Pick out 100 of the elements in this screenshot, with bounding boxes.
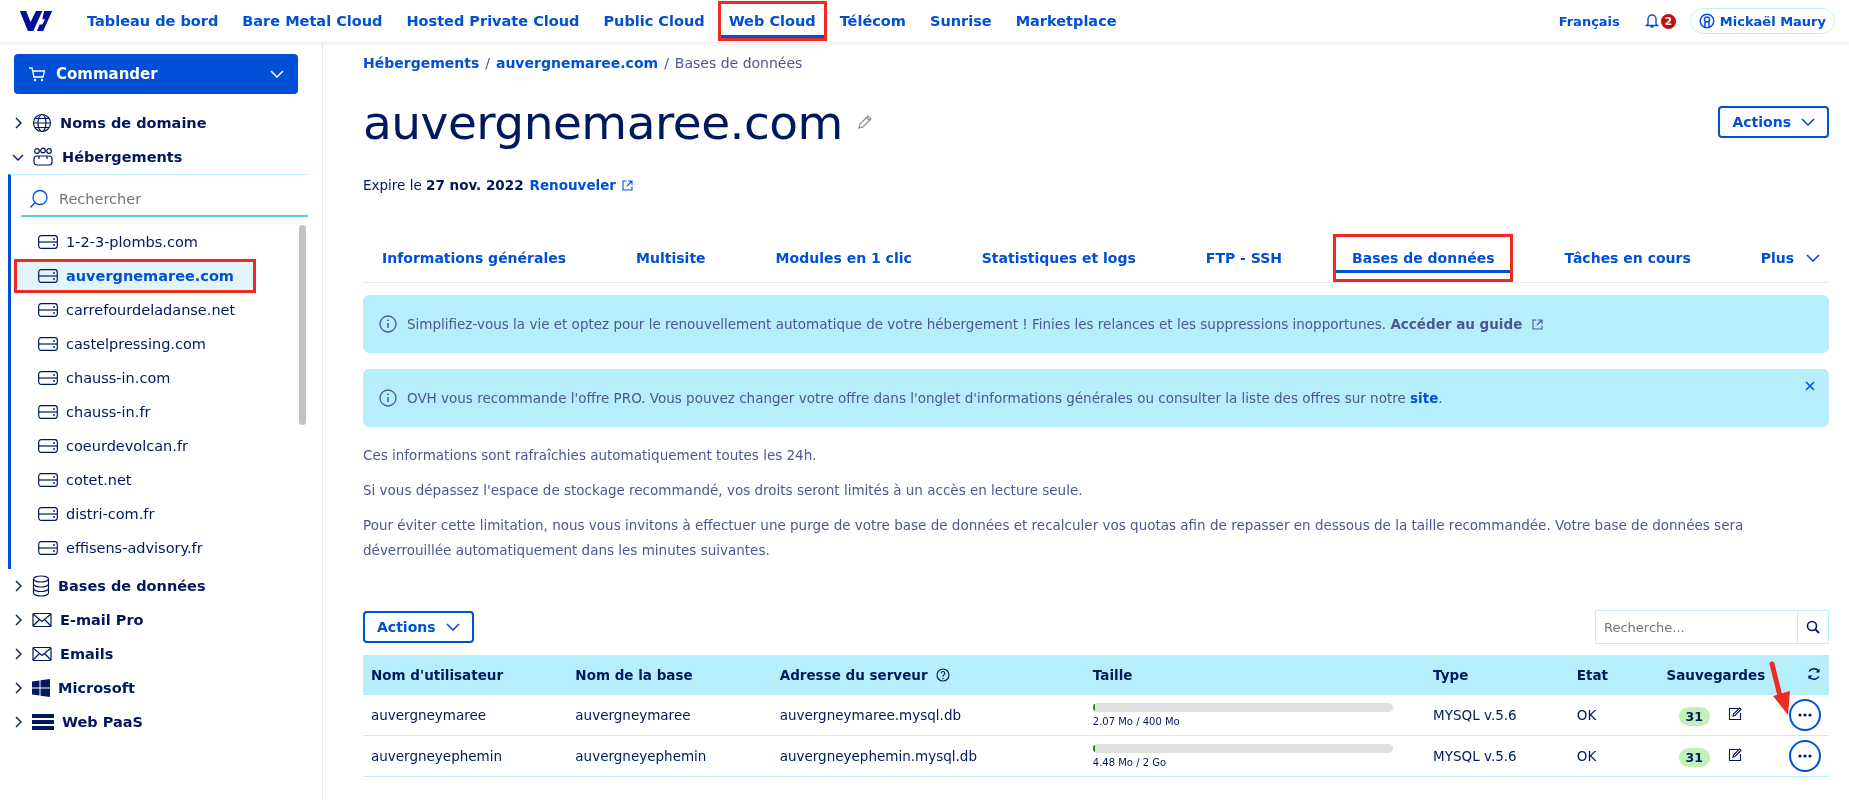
table-cell: auvergneymaree.mysql.db: [771, 695, 1085, 736]
server-icon: [38, 541, 58, 555]
hosting-list-item[interactable]: castelpressing.com: [14, 327, 296, 361]
tab[interactable]: Modules en 1 clic: [756, 234, 931, 282]
search-field[interactable]: Rechercher: [57, 185, 308, 213]
chevron-down-icon: [445, 623, 460, 631]
tab[interactable]: Tâches en cours: [1545, 234, 1710, 282]
search-icon: [29, 189, 49, 209]
info-paragraph: Pour éviter cette limitation, nous vous invitons à effectuer une purge de votre base de données et recalculer vos quotas afin de repasser en dessous de la taille recommandée. Votre base de données sera déverrouillée automatiquement dans les minutes suivantes.: [363, 516, 1745, 560]
user-icon: [1698, 13, 1715, 29]
nav-link[interactable]: Tableau de bord: [76, 1, 230, 41]
info-icon: [379, 315, 397, 333]
search-icon: [1806, 620, 1820, 634]
chevron-down-icon: [1806, 254, 1821, 262]
nav-link[interactable]: Sunrise: [918, 1, 1003, 41]
user-button[interactable]: Mickaël Maury: [1689, 8, 1835, 34]
scrollbar[interactable]: [298, 225, 306, 425]
ellipsis-icon: [1798, 754, 1812, 758]
breadcrumb-link[interactable]: Hébergements: [363, 55, 480, 71]
more-options-button[interactable]: [1789, 699, 1821, 731]
edit-icon[interactable]: [1728, 747, 1743, 762]
hosting-list-item[interactable]: auvergnemaree.com: [14, 259, 256, 293]
actions-button[interactable]: Actions: [363, 611, 474, 643]
close-icon[interactable]: [1805, 381, 1815, 391]
breadcrumb-current: Bases de données: [674, 55, 803, 71]
sidebar-section[interactable]: Noms de domaine: [8, 106, 308, 140]
refresh-icon[interactable]: [1807, 666, 1821, 681]
sidebar-section[interactable]: E-mail Pro: [8, 603, 308, 637]
more-options-button[interactable]: [1789, 740, 1821, 772]
server-icon: [38, 337, 58, 351]
tab[interactable]: Plus: [1741, 234, 1840, 282]
server-icon: [38, 507, 58, 521]
people-icon: [32, 147, 54, 167]
mail-icon: [32, 612, 52, 628]
stacked-bars-icon: [32, 713, 54, 731]
sidebar-section[interactable]: Web PaaS: [8, 705, 308, 739]
order-button[interactable]: Commander: [14, 54, 298, 94]
nav-link[interactable]: Hosted Private Cloud: [395, 1, 591, 41]
nav-link[interactable]: Public Cloud: [592, 1, 716, 41]
chevron-down-icon: [270, 70, 284, 78]
external-link-icon: [1532, 318, 1544, 330]
nav-link[interactable]: Bare Metal Cloud: [231, 1, 394, 41]
server-icon: [38, 371, 58, 385]
nav-link[interactable]: Web Cloud: [717, 1, 827, 41]
info-message: OVH vous recommande l'offre PRO. Vous pouvez changer votre offre dans l'onglet d'informations générales ou consulter la liste des offres sur notre site.: [407, 390, 1443, 406]
breadcrumb-separator: /: [485, 55, 490, 71]
tab[interactable]: Informations générales: [363, 234, 586, 282]
hosting-list-item[interactable]: cotet.net: [14, 463, 296, 497]
nav-link[interactable]: Télécom: [828, 1, 917, 41]
column-header: Nom d'utilisateur: [363, 655, 568, 695]
notification-count: 2: [1660, 13, 1676, 29]
backup-count: 31: [1678, 747, 1710, 767]
chevron-down-icon: [1801, 118, 1815, 126]
info-paragraph: Si vous dépassez l'espace de stockage recommandé, vos droits seront limités à un accès en lecture seule.: [363, 481, 1084, 500]
table-cell: MYSQL v.5.6: [1425, 695, 1569, 736]
table-cell: auvergneyephemin: [567, 735, 772, 777]
hosting-list-item[interactable]: effisens-advisory.fr: [14, 531, 296, 565]
hosting-list-item[interactable]: coeurdevolcan.fr: [14, 429, 296, 463]
column-header: Sauvegardes: [1658, 655, 1774, 695]
hosting-list-item[interactable]: chauss-in.com: [14, 361, 296, 395]
tab[interactable]: Statistiques et logs: [962, 234, 1155, 282]
notifications-button[interactable]: 2: [1644, 13, 1676, 29]
cart-icon: [28, 66, 46, 82]
logo-icon[interactable]: [18, 9, 54, 33]
bell-icon: [1644, 13, 1659, 29]
server-icon: [38, 269, 58, 283]
notice-link[interactable]: Accéder au guide: [1390, 316, 1523, 332]
pencil-icon[interactable]: [856, 114, 873, 130]
sidebar-section[interactable]: Hébergements: [8, 140, 308, 174]
column-header: Nom de la base: [567, 655, 772, 695]
breadcrumb-link[interactable]: auvergnemaree.com: [495, 55, 659, 71]
table-cell: auvergneyephemin.mysql.db: [771, 735, 1085, 777]
hosting-list-item[interactable]: 1-2-3-plombs.com: [14, 225, 296, 259]
size-label: 4.48 Mo / 2 Go: [1092, 756, 1167, 768]
sidebar-section[interactable]: Microsoft: [8, 671, 308, 705]
renew-link[interactable]: Renouveler: [529, 177, 616, 193]
server-icon: [38, 405, 58, 419]
edit-icon[interactable]: [1728, 706, 1743, 721]
tab[interactable]: Bases de données: [1333, 234, 1514, 282]
sidebar-section[interactable]: Bases de données: [8, 569, 308, 603]
size-label: 2.07 Mo / 400 Mo: [1092, 715, 1180, 727]
tab[interactable]: FTP - SSH: [1186, 234, 1302, 282]
backup-count: 31: [1678, 706, 1710, 726]
database-icon: [32, 575, 50, 597]
tab[interactable]: Multisite: [617, 234, 725, 282]
nav-link[interactable]: Marketplace: [1004, 1, 1128, 41]
language-link[interactable]: Français: [1547, 1, 1631, 41]
help-icon[interactable]: [935, 668, 950, 682]
hosting-list-item[interactable]: chauss-in.fr: [14, 395, 296, 429]
table-cell: auvergneymaree: [567, 695, 772, 736]
server-icon: [38, 439, 58, 453]
breadcrumb-separator: /: [664, 55, 669, 71]
sidebar-section[interactable]: Emails: [8, 637, 308, 671]
hosting-list-item[interactable]: carrefourdeladanse.net: [14, 293, 296, 327]
hosting-list-item[interactable]: distri-com.fr: [14, 497, 296, 531]
column-title: Adresse du serveur: [779, 667, 928, 683]
actions-button[interactable]: Actions: [1718, 106, 1829, 138]
server-icon: [38, 473, 58, 487]
table-cell: OK: [1568, 695, 1659, 736]
search-box[interactable]: Recherche...: [1595, 610, 1829, 644]
